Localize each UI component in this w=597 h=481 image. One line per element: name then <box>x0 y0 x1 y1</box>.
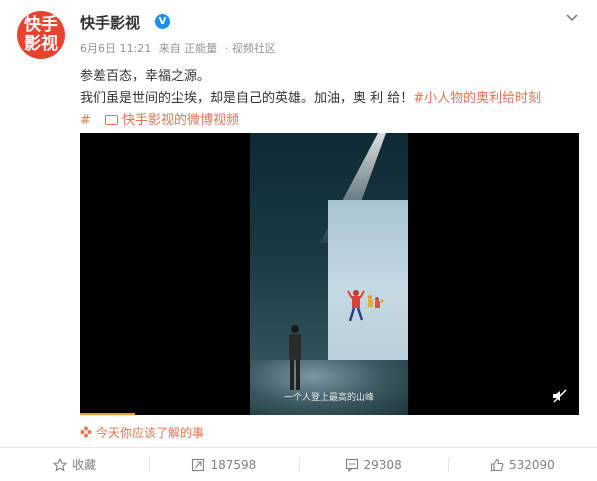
hashtag-link[interactable]: #小人物的奥利给时刻 <box>413 91 541 106</box>
post-text-line2: 我们虽是世间的尘埃，却是自己的英雄。加油，奥 利 给！#小人物的奥利给时刻 <box>80 87 541 106</box>
repost-button[interactable]: 187598 <box>149 448 298 481</box>
post-source: 来自 正能量 <box>158 42 218 55</box>
video-link[interactable]: 快手影视的微博视频 <box>105 113 239 128</box>
climbers-figure <box>347 290 384 322</box>
comment-count: 29308 <box>363 457 402 472</box>
mute-icon[interactable] <box>552 389 568 403</box>
chevron-down-icon[interactable] <box>565 10 579 24</box>
like-button[interactable]: 532090 <box>447 448 597 481</box>
action-bar: 收藏 187598 29308 532090 <box>0 448 597 481</box>
verified-badge-icon: V <box>155 14 170 29</box>
speaker-figure <box>289 325 301 390</box>
stage-floor <box>250 360 408 415</box>
video-subtitle: 一个人登上最高的山峰 <box>283 393 374 403</box>
video-link-label: 快手影视的微博视频 <box>122 113 240 128</box>
post-text: 我们虽是世间的尘埃，却是自己的英雄。加油，奥 利 给！ <box>80 91 414 106</box>
flower-icon <box>80 426 92 438</box>
avatar-logo-text: 快手 影视 <box>24 15 58 54</box>
video-progress-bar[interactable] <box>80 413 135 415</box>
post-text-line1: 参差百态，幸福之源。 <box>80 69 211 84</box>
favorite-label: 收藏 <box>72 458 97 472</box>
post-meta: 6月6日 11:21 来自 正能量 · 视频社区 <box>80 40 280 56</box>
favorite-button[interactable]: 收藏 <box>0 448 149 481</box>
repost-count: 187598 <box>210 457 257 472</box>
avatar[interactable]: 快手 影视 <box>17 11 65 59</box>
post-date[interactable]: 6月6日 11:21 <box>80 42 151 55</box>
hashtag-link-end[interactable]: # <box>80 113 91 128</box>
repost-icon <box>192 458 205 471</box>
post-community[interactable]: · 视频社区 <box>225 42 276 55</box>
recommend-link[interactable]: 今天你应该了解的事 <box>80 424 204 441</box>
star-icon <box>53 457 68 472</box>
recommend-label: 今天你应该了解的事 <box>96 426 205 440</box>
like-count: 532090 <box>508 457 555 472</box>
comment-button[interactable]: 29308 <box>298 448 448 481</box>
username[interactable]: 快手影视 <box>80 12 140 33</box>
video-icon <box>105 115 119 125</box>
post-text-line3: # 快手影视的微博视频 <box>80 109 239 128</box>
like-icon <box>490 458 504 471</box>
comment-icon <box>345 458 358 472</box>
